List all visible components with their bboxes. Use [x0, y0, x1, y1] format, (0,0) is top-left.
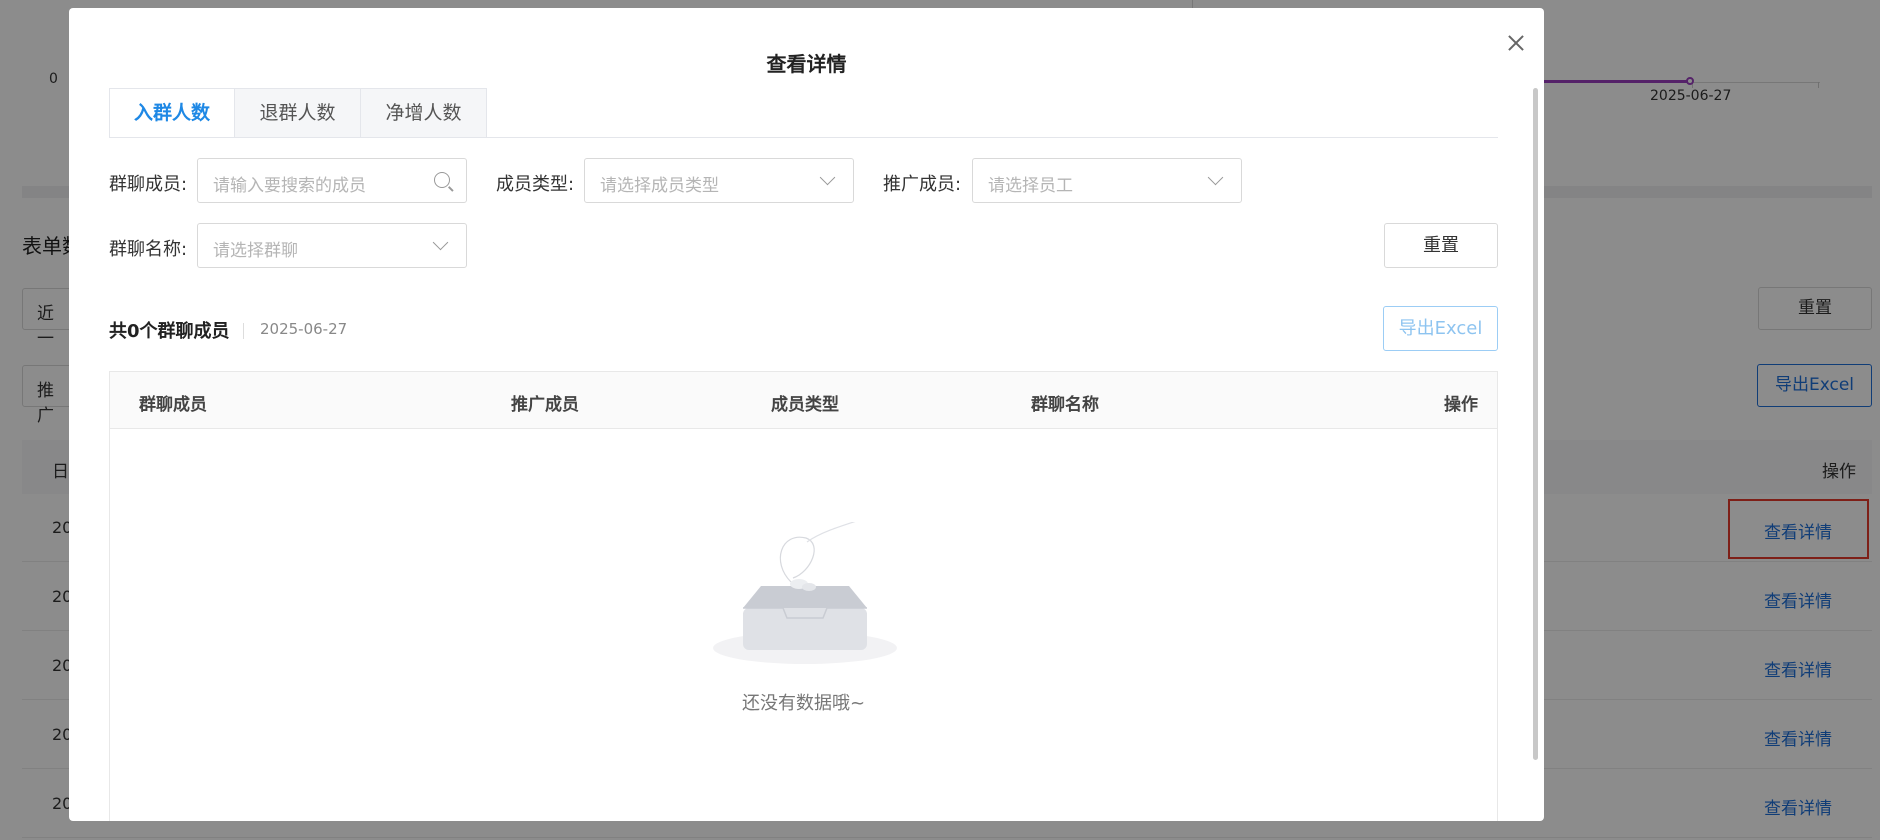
member-label: 群聊成员:	[109, 174, 188, 195]
promoter-placeholder: 请选择员工	[988, 176, 1073, 196]
member-type-select[interactable]: 请选择成员类型	[584, 158, 854, 203]
tabs-underline	[109, 137, 1498, 138]
tab-join-count[interactable]: 入群人数	[109, 88, 235, 138]
member-search-placeholder: 请输入要搜索的成员	[213, 176, 366, 196]
summary-separator	[243, 323, 244, 339]
modal-scrollbar[interactable]	[1533, 88, 1538, 760]
summary-date: 2025-06-27	[260, 320, 348, 338]
member-search-input[interactable]: 请输入要搜索的成员	[197, 158, 467, 203]
export-excel-button[interactable]: 导出Excel	[1383, 306, 1498, 351]
tab-net-growth[interactable]: 净增人数	[361, 88, 487, 138]
promoter-label: 推广成员:	[883, 174, 962, 195]
group-name-label: 群聊名称:	[109, 239, 188, 260]
th-group-member: 群聊成员	[139, 395, 207, 415]
group-name-placeholder: 请选择群聊	[213, 241, 298, 261]
empty-box-icon	[713, 522, 897, 664]
th-member-type: 成员类型	[771, 395, 839, 415]
tab-bar: 入群人数 退群人数 净增人数	[109, 88, 487, 138]
th-group-name: 群聊名称	[1031, 395, 1099, 415]
chevron-down-icon	[432, 234, 449, 251]
details-modal: 查看详情 入群人数 退群人数 净增人数 群聊成员: 请输入要搜索的成员 成员类型…	[69, 8, 1544, 821]
close-icon[interactable]	[1504, 31, 1528, 55]
members-table: 群聊成员 推广成员 成员类型 群聊名称 操作 还没有数据哦~	[109, 371, 1498, 821]
tab-leave-count[interactable]: 退群人数	[235, 88, 361, 138]
member-type-label: 成员类型:	[496, 174, 575, 195]
reset-button[interactable]: 重置	[1384, 223, 1498, 268]
table-header: 群聊成员 推广成员 成员类型 群聊名称 操作	[110, 372, 1497, 429]
search-icon	[434, 172, 450, 188]
chevron-down-icon	[819, 169, 836, 186]
member-type-placeholder: 请选择成员类型	[600, 176, 719, 196]
chevron-down-icon	[1207, 169, 1224, 186]
member-count: 共0个群聊成员	[109, 321, 230, 342]
group-name-select[interactable]: 请选择群聊	[197, 223, 467, 268]
empty-text: 还没有数据哦~	[741, 693, 866, 714]
modal-title: 查看详情	[766, 52, 847, 76]
th-promoter: 推广成员	[511, 395, 579, 415]
th-operation: 操作	[1444, 395, 1478, 415]
promoter-select[interactable]: 请选择员工	[972, 158, 1242, 203]
